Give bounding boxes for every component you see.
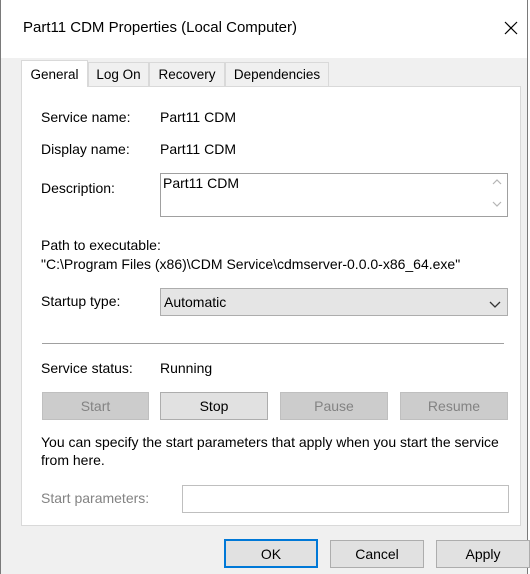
- chevron-down-icon: [489, 296, 501, 312]
- scroll-down-icon[interactable]: [491, 200, 503, 210]
- window-title: Part11 CDM Properties (Local Computer): [23, 19, 297, 36]
- start-parameters-input[interactable]: [182, 485, 509, 513]
- properties-dialog: Part11 CDM Properties (Local Computer) G…: [0, 0, 530, 574]
- tab-dependencies[interactable]: Dependencies: [225, 62, 329, 86]
- ok-button[interactable]: OK: [224, 539, 318, 568]
- display-name-value: Part11 CDM: [160, 141, 236, 157]
- hint-text-line1: You can specify the start parameters tha…: [41, 434, 499, 450]
- cancel-button[interactable]: Cancel: [330, 540, 424, 568]
- hint-text-line2: from here.: [41, 452, 105, 468]
- display-name-label: Display name:: [41, 141, 130, 157]
- tab-log-on[interactable]: Log On: [88, 62, 149, 86]
- start-parameters-label: Start parameters:: [41, 490, 150, 506]
- service-status-value: Running: [160, 360, 213, 376]
- service-name-label: Service name:: [41, 109, 131, 125]
- scroll-up-icon[interactable]: [491, 178, 503, 188]
- tab-general[interactable]: General: [21, 60, 88, 87]
- close-button[interactable]: [499, 14, 523, 42]
- general-panel: Service name: Part11 CDM Display name: P…: [21, 86, 521, 526]
- startup-type-value: Automatic: [164, 294, 227, 310]
- path-label: Path to executable:: [41, 237, 161, 253]
- apply-button[interactable]: Apply: [436, 540, 530, 568]
- pause-button[interactable]: Pause: [280, 392, 388, 420]
- path-value: "C:\Program Files (x86)\CDM Service\cdms…: [41, 256, 461, 272]
- resume-button[interactable]: Resume: [400, 392, 508, 420]
- stop-button[interactable]: Stop: [160, 392, 268, 420]
- startup-type-label: Startup type:: [41, 293, 121, 309]
- tab-recovery[interactable]: Recovery: [149, 62, 225, 86]
- description-field[interactable]: Part11 CDM: [160, 173, 508, 217]
- description-value: Part11 CDM: [163, 175, 239, 191]
- separator: [42, 343, 504, 344]
- start-button[interactable]: Start: [42, 392, 149, 420]
- startup-type-select[interactable]: Automatic: [160, 288, 508, 316]
- description-label: Description:: [41, 180, 115, 196]
- service-name-value: Part11 CDM: [160, 109, 236, 125]
- close-icon: [504, 21, 518, 35]
- title-bar: Part11 CDM Properties (Local Computer): [1, 0, 527, 58]
- service-status-label: Service status:: [41, 360, 133, 376]
